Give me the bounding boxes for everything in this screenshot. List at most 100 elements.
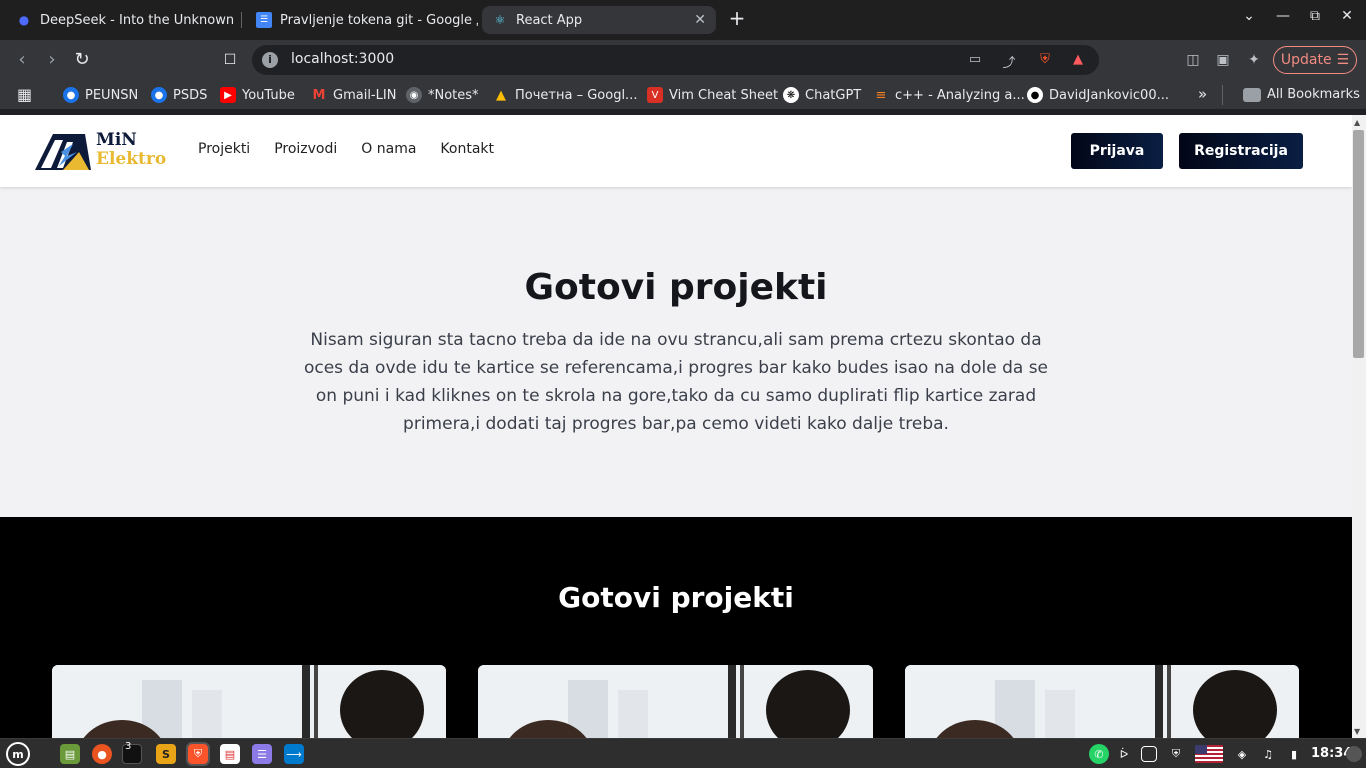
os-taskbar: m ▤ ● 3 S ⛨ ▤ ☰ ⟶ ✆ ᐆ ⛨ ◈ ♫ ▮ 18:34 [0, 738, 1366, 768]
project-card-image [52, 665, 446, 738]
tab-google-docs[interactable]: ☰ Pravljenje tokena git - Google до [246, 6, 478, 34]
globe-icon: ● [63, 87, 79, 103]
menu-icon: ☰ [1336, 52, 1350, 68]
more-bookmarks-icon[interactable]: » [1198, 85, 1207, 103]
stackoverflow-icon: ≡ [875, 87, 887, 103]
address-bar[interactable]: i localhost:3000 ▭ ⤴ ⛨ ▲ [252, 45, 1099, 75]
bookmarks-divider [1222, 85, 1223, 105]
nav-proizvodi[interactable]: Proizvodi [274, 141, 337, 157]
music-note-icon[interactable]: ♫ [1258, 744, 1278, 764]
project-card[interactable] [905, 665, 1299, 738]
update-button[interactable]: Update ☰ [1273, 46, 1357, 74]
bookmark-vim-cheat-sheet[interactable]: V Vim Cheat Sheet [647, 87, 778, 103]
cast-icon[interactable]: ▭ [966, 52, 984, 70]
bookmark-notes[interactable]: ◉ *Notes* [406, 87, 479, 103]
update-label: Update [1280, 52, 1332, 68]
chatgpt-icon: ❋ [783, 87, 799, 103]
terminal-icon[interactable]: 3 [122, 741, 142, 764]
clipboard-icon[interactable] [1141, 746, 1157, 762]
bookmark-label: PSDS [173, 87, 208, 103]
bookmark-label: Vim Cheat Sheet [669, 87, 779, 103]
register-button[interactable]: Registracija [1179, 133, 1303, 169]
close-tab-icon[interactable]: ✕ [694, 12, 706, 28]
tab-label: Pravljenje tokena git - Google до [280, 12, 478, 28]
project-card-image [905, 665, 1299, 738]
reload-icon[interactable]: ↻ [70, 48, 94, 72]
chevron-down-icon[interactable]: ⌄ [1237, 8, 1261, 24]
battery-icon[interactable]: ▮ [1284, 744, 1304, 764]
back-icon[interactable]: ‹ [10, 48, 34, 72]
google-docs-icon: ☰ [256, 12, 272, 28]
project-card[interactable] [478, 665, 873, 738]
bookmark-label: c++ - Analyzing a... [895, 87, 1025, 103]
site-logo[interactable]: MiN Elektro [33, 130, 183, 172]
wifi-icon[interactable]: ◈ [1232, 744, 1252, 764]
text-editor-icon[interactable]: ☰ [252, 744, 272, 764]
bluetooth-icon[interactable]: ᐆ [1117, 744, 1131, 764]
tab-label: React App [516, 12, 583, 28]
shield-icon[interactable]: ⛨ [1166, 744, 1186, 764]
terminal-count-badge: 3 [125, 741, 132, 752]
tab-react-app[interactable]: ⚛ React App ✕ [482, 6, 716, 34]
youtube-icon: ▶ [220, 87, 236, 103]
brave-rewards-icon[interactable]: ▲ [1069, 52, 1087, 70]
bookmark-psds[interactable]: ● PSDS [151, 87, 207, 103]
bookmark-peunsn[interactable]: ● PEUNSN [63, 87, 138, 103]
sublime-text-icon[interactable]: S [156, 744, 176, 764]
close-window-icon[interactable]: ✕ [1335, 8, 1359, 24]
files-icon[interactable]: ▤ [60, 744, 80, 764]
share-icon[interactable]: ⤴ [1000, 52, 1018, 71]
brave-icon[interactable]: ⛨ [186, 742, 210, 766]
google-drive-icon: ▲ [496, 87, 506, 103]
new-tab-icon[interactable]: + [725, 6, 749, 30]
nav-o-nama[interactable]: O nama [361, 141, 416, 157]
scroll-down-icon[interactable]: ▼ [1354, 727, 1360, 736]
linux-mint-menu-icon[interactable]: m [6, 742, 30, 766]
site-info-icon[interactable]: i [262, 52, 278, 68]
logo-text-bottom: Elektro [96, 149, 167, 169]
react-icon: ⚛ [494, 13, 506, 27]
main-nav: Projekti Proizvodi O nama Kontakt [198, 141, 494, 157]
gmail-icon: M [312, 87, 326, 103]
minimize-icon[interactable]: — [1271, 8, 1295, 24]
bookmark-label: Почетна – Googl... [515, 87, 638, 103]
login-button[interactable]: Prijava [1071, 133, 1163, 169]
calendar-icon[interactable]: ▤ [220, 744, 240, 764]
scroll-up-icon[interactable]: ▲ [1354, 118, 1360, 127]
tab-deepseek[interactable]: ● DeepSeek - Into the Unknown [6, 6, 240, 34]
all-bookmarks[interactable]: All Bookmarks [1243, 87, 1360, 102]
logo-emblem-icon [35, 134, 91, 170]
logo-text-top: MiN [96, 130, 137, 150]
bookmark-label: PEUNSN [85, 87, 139, 103]
forward-icon[interactable]: › [40, 48, 64, 72]
firefox-icon[interactable]: ● [92, 744, 112, 764]
tab-label: DeepSeek - Into the Unknown [40, 12, 235, 28]
nav-kontakt[interactable]: Kontakt [440, 141, 494, 157]
notifications-icon[interactable] [1346, 746, 1362, 762]
wallet-icon[interactable]: ▣ [1214, 52, 1232, 70]
nav-projekti[interactable]: Projekti [198, 141, 250, 157]
leo-ai-icon[interactable]: ✦ [1245, 52, 1263, 70]
bookmark-google-drive[interactable]: ▲ Почетна – Googl... [493, 87, 637, 103]
us-flag-icon[interactable] [1195, 745, 1223, 763]
bookmark-icon[interactable]: ☐ [218, 48, 242, 72]
bookmark-github[interactable]: ● DavidJankovic00... [1027, 87, 1169, 103]
bookmark-label: Gmail-LIN [333, 87, 397, 103]
sidebar-icon[interactable]: ◫ [1184, 52, 1202, 70]
globe-icon: ◉ [406, 87, 422, 103]
bookmark-label: *Notes* [428, 87, 479, 103]
vscode-icon[interactable]: ⟶ [284, 744, 304, 764]
apps-grid-icon[interactable]: ▦ [17, 85, 32, 104]
bookmark-stackoverflow[interactable]: ≡ c++ - Analyzing a... [873, 87, 1025, 103]
deepseek-icon: ● [18, 13, 30, 27]
url-text[interactable]: localhost:3000 [291, 51, 394, 67]
bookmark-gmail[interactable]: M Gmail-LIN [311, 87, 397, 103]
bookmarks-bar: ▦ ● PEUNSN ● PSDS ▶ YouTube M Gmail-LIN ◉ *No… [0, 80, 1366, 110]
bookmark-youtube[interactable]: ▶ YouTube [220, 87, 295, 103]
bookmark-chatgpt[interactable]: ❋ ChatGPT [783, 87, 861, 103]
maximize-icon[interactable]: ⧉ [1303, 8, 1327, 24]
brave-shields-icon[interactable]: ⛨ [1036, 52, 1054, 70]
whatsapp-icon[interactable]: ✆ [1089, 744, 1109, 764]
scrollbar-thumb[interactable] [1353, 130, 1364, 358]
project-card[interactable] [52, 665, 446, 738]
